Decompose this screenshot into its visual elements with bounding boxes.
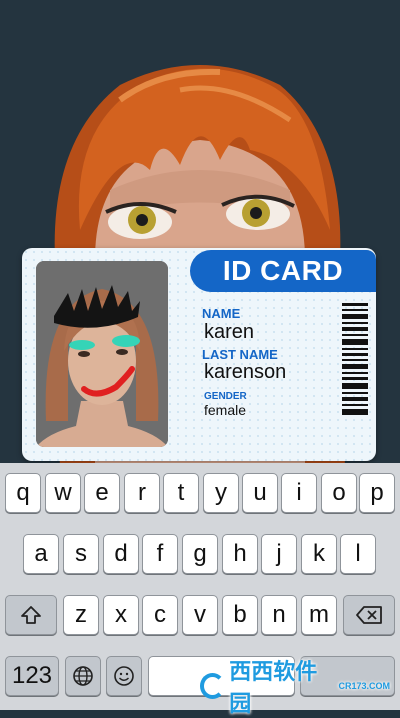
watermark: 西西软件园 CR173.COM — [200, 659, 390, 716]
shift-icon — [21, 606, 41, 624]
watermark-logo-icon — [200, 673, 226, 699]
key-m[interactable]: m — [301, 595, 337, 635]
key-f[interactable]: f — [142, 534, 178, 574]
id-photo — [36, 261, 168, 447]
key-s[interactable]: s — [63, 534, 99, 574]
card-title: ID CARD — [190, 250, 376, 292]
globe-key[interactable] — [65, 656, 101, 696]
watermark-brand: 西西软件园 — [229, 659, 318, 716]
portrait-image — [36, 261, 168, 447]
key-v[interactable]: v — [182, 595, 218, 635]
name-label: NAME — [202, 306, 241, 321]
key-j[interactable]: j — [261, 534, 297, 574]
key-l[interactable]: l — [340, 534, 376, 574]
gender-value: female — [204, 402, 247, 418]
name-value: karen — [204, 321, 255, 343]
key-p[interactable]: p — [359, 473, 395, 513]
key-q[interactable]: q — [5, 473, 41, 513]
key-x[interactable]: x — [103, 595, 139, 635]
key-n[interactable]: n — [261, 595, 297, 635]
last-name-value: karenson — [204, 361, 287, 383]
id-card: ID CARD NAME karen LAST NAME karenson GE… — [22, 248, 376, 461]
key-k[interactable]: k — [301, 534, 337, 574]
backspace-icon — [356, 606, 382, 624]
key-c[interactable]: c — [142, 595, 178, 635]
last-name-label: LAST NAME — [202, 347, 278, 362]
key-t[interactable]: t — [163, 473, 199, 513]
key-i[interactable]: i — [281, 473, 317, 513]
barcode — [342, 303, 368, 415]
key-a[interactable]: a — [23, 534, 59, 574]
key-b[interactable]: b — [222, 595, 258, 635]
numbers-key[interactable]: 123 — [5, 656, 59, 696]
globe-icon — [73, 666, 93, 686]
shift-key[interactable] — [5, 595, 57, 635]
key-z[interactable]: z — [63, 595, 99, 635]
key-o[interactable]: o — [321, 473, 357, 513]
key-y[interactable]: y — [203, 473, 239, 513]
backspace-key[interactable] — [343, 595, 395, 635]
key-w[interactable]: w — [45, 473, 81, 513]
emoji-key[interactable] — [106, 656, 142, 696]
emoji-icon — [114, 666, 134, 686]
key-d[interactable]: d — [103, 534, 139, 574]
key-e[interactable]: e — [84, 473, 120, 513]
key-h[interactable]: h — [222, 534, 258, 574]
gender-label: GENDER — [204, 391, 247, 402]
watermark-site: CR173.COM — [338, 681, 390, 691]
key-r[interactable]: r — [124, 473, 160, 513]
key-u[interactable]: u — [242, 473, 278, 513]
key-g[interactable]: g — [182, 534, 218, 574]
